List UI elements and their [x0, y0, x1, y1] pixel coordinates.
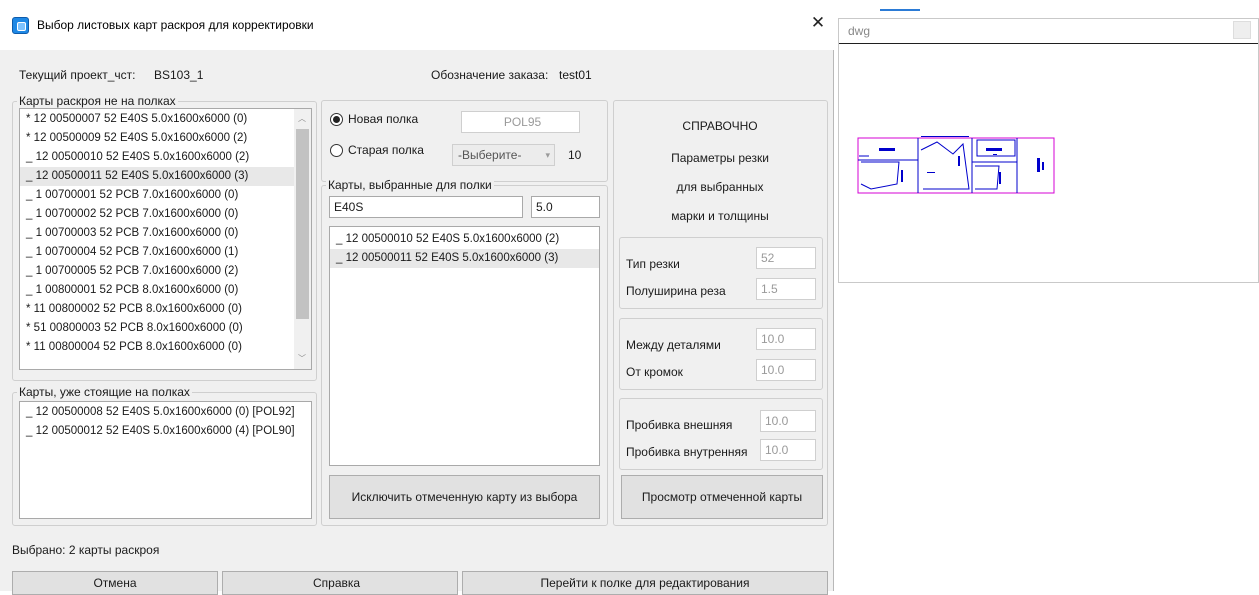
view-map-button[interactable]: Просмотр отмеченной карты [621, 475, 823, 519]
list-item[interactable]: _ 1 00800001 52 PCB 8.0x1600x6000 (0) [20, 281, 311, 300]
chevron-down-icon: ▾ [545, 150, 550, 160]
list-item[interactable]: _ 1 00700005 52 PCB 7.0x1600x6000 (2) [20, 262, 311, 281]
new-shelf-name-field: POL95 [461, 111, 580, 133]
pierce-outer-value: 10.0 [765, 414, 789, 428]
sheet-outline [857, 137, 1055, 194]
project-label: Текущий проект_чст: [19, 68, 136, 82]
on-shelves-list[interactable]: _ 12 00500008 52 E40S 5.0x1600x6000 (0) … [19, 401, 312, 519]
from-edges-field: 10.0 [756, 359, 816, 381]
list-item[interactable]: _ 1 00700002 52 PCB 7.0x1600x6000 (0) [20, 205, 311, 224]
old-shelf-radio[interactable] [330, 144, 343, 157]
list-item[interactable]: * 12 00500007 52 E40S 5.0x1600x6000 (0) [20, 110, 311, 129]
order-value: test01 [559, 68, 592, 82]
grade-value: E40S [334, 200, 364, 214]
dialog-titlebar: Выбор листовых карт раскроя для корректи… [0, 0, 834, 50]
app-icon [12, 17, 29, 34]
pierce-inner-field: 10.0 [760, 439, 816, 461]
not-on-shelves-caption: Карты раскроя не на полках [17, 94, 178, 108]
cancel-button[interactable]: Отмена [12, 571, 218, 595]
list-item[interactable]: _ 12 00500010 52 E40S 5.0x1600x6000 (2) [20, 148, 311, 167]
list-item[interactable]: * 11 00800002 52 PCB 8.0x1600x6000 (0) [20, 300, 311, 319]
not-on-shelves-list[interactable]: * 12 00500007 52 E40S 5.0x1600x6000 (0) *… [19, 108, 312, 370]
exclude-map-button[interactable]: Исключить отмеченную карту из выбора [329, 475, 600, 519]
between-parts-label: Между деталями [626, 338, 721, 352]
cutting-map-drawing [857, 136, 1055, 194]
cut-type-value: 52 [761, 251, 775, 265]
selected-for-shelf-caption: Карты, выбранные для полки [326, 178, 494, 192]
list-item[interactable]: * 12 00500009 52 E40S 5.0x1600x6000 (2) [20, 129, 311, 148]
old-shelf-select[interactable]: -Выберите- ▾ [452, 144, 555, 166]
order-label: Обозначение заказа: [431, 68, 549, 82]
scroll-up-icon[interactable]: ︿ [298, 113, 306, 124]
go-to-shelf-button[interactable]: Перейти к полке для редактирования [462, 571, 828, 595]
dwg-header [839, 19, 1258, 43]
old-shelf-count: 10 [568, 148, 582, 162]
project-value: BS103_1 [154, 68, 204, 82]
old-shelf-select-value: -Выберите- [458, 148, 522, 162]
help-button[interactable]: Справка [222, 571, 458, 595]
thickness-value: 5.0 [536, 200, 553, 214]
cut-type-field: 52 [756, 247, 816, 269]
new-shelf-radio[interactable] [330, 113, 343, 126]
accent-line [880, 9, 920, 11]
list-item[interactable]: * 11 00800004 52 PCB 8.0x1600x6000 (0) [20, 338, 311, 357]
between-parts-field: 10.0 [756, 328, 816, 350]
list-item[interactable]: _ 12 00500011 52 E40S 5.0x1600x6000 (3) [20, 167, 311, 186]
pierce-outer-label: Пробивка внешняя [626, 418, 733, 432]
list-item[interactable]: _ 1 00700004 52 PCB 7.0x1600x6000 (1) [20, 243, 311, 262]
half-width-field: 1.5 [756, 278, 816, 300]
pierce-inner-label: Пробивка внутренняя [626, 445, 748, 459]
reference-subtitle-1: Параметры резки [671, 151, 769, 165]
reference-subtitle-2: для выбранных [676, 180, 764, 194]
cut-type-label: Тип резки [626, 257, 680, 271]
pierce-outer-field: 10.0 [760, 410, 816, 432]
half-width-value: 1.5 [761, 282, 778, 296]
reference-title: СПРАВОЧНО [682, 119, 758, 133]
list-scrollbar[interactable]: ︿ ﹀ [294, 109, 311, 369]
list-item[interactable]: * 51 00800003 52 PCB 8.0x1600x6000 (0) [20, 319, 311, 338]
dwg-canvas[interactable] [839, 43, 1258, 282]
half-width-label: Полуширина реза [626, 284, 726, 298]
from-edges-label: От кромок [626, 365, 683, 379]
new-shelf-label[interactable]: Новая полка [348, 112, 418, 126]
on-shelves-caption: Карты, уже стоящие на полках [17, 385, 192, 399]
new-shelf-name-value: POL95 [503, 115, 542, 129]
between-parts-value: 10.0 [761, 332, 785, 346]
dwg-close-icon[interactable] [1233, 21, 1251, 39]
dialog-title: Выбор листовых карт раскроя для корректи… [37, 18, 314, 32]
selection-status: Выбрано: 2 карты раскроя [12, 543, 160, 557]
part-contours [858, 138, 1018, 193]
thickness-field[interactable]: 5.0 [531, 196, 600, 218]
list-item[interactable]: _ 12 00500012 52 E40S 5.0x1600x6000 (4) … [20, 422, 311, 441]
list-item[interactable]: _ 1 00700003 52 PCB 7.0x1600x6000 (0) [20, 224, 311, 243]
close-icon[interactable]: ✕ [806, 11, 830, 35]
pierce-inner-value: 10.0 [765, 443, 789, 457]
list-item[interactable]: _ 12 00500010 52 E40S 5.0x1600x6000 (2) [330, 230, 599, 249]
dwg-title: dwg [848, 24, 871, 38]
grade-field[interactable]: E40S [329, 196, 523, 218]
from-edges-value: 10.0 [761, 363, 785, 377]
scroll-down-icon[interactable]: ﹀ [298, 353, 306, 364]
list-item[interactable]: _ 12 00500008 52 E40S 5.0x1600x6000 (0) … [20, 403, 311, 422]
old-shelf-label[interactable]: Старая полка [348, 143, 424, 157]
list-item[interactable]: _ 12 00500011 52 E40S 5.0x1600x6000 (3) [330, 249, 599, 268]
reference-subtitle-3: марки и толщины [671, 209, 769, 223]
scroll-thumb[interactable] [296, 129, 309, 319]
list-item[interactable]: _ 1 00700001 52 PCB 7.0x1600x6000 (0) [20, 186, 311, 205]
selected-maps-list[interactable]: _ 12 00500010 52 E40S 5.0x1600x6000 (2) _… [329, 226, 600, 466]
